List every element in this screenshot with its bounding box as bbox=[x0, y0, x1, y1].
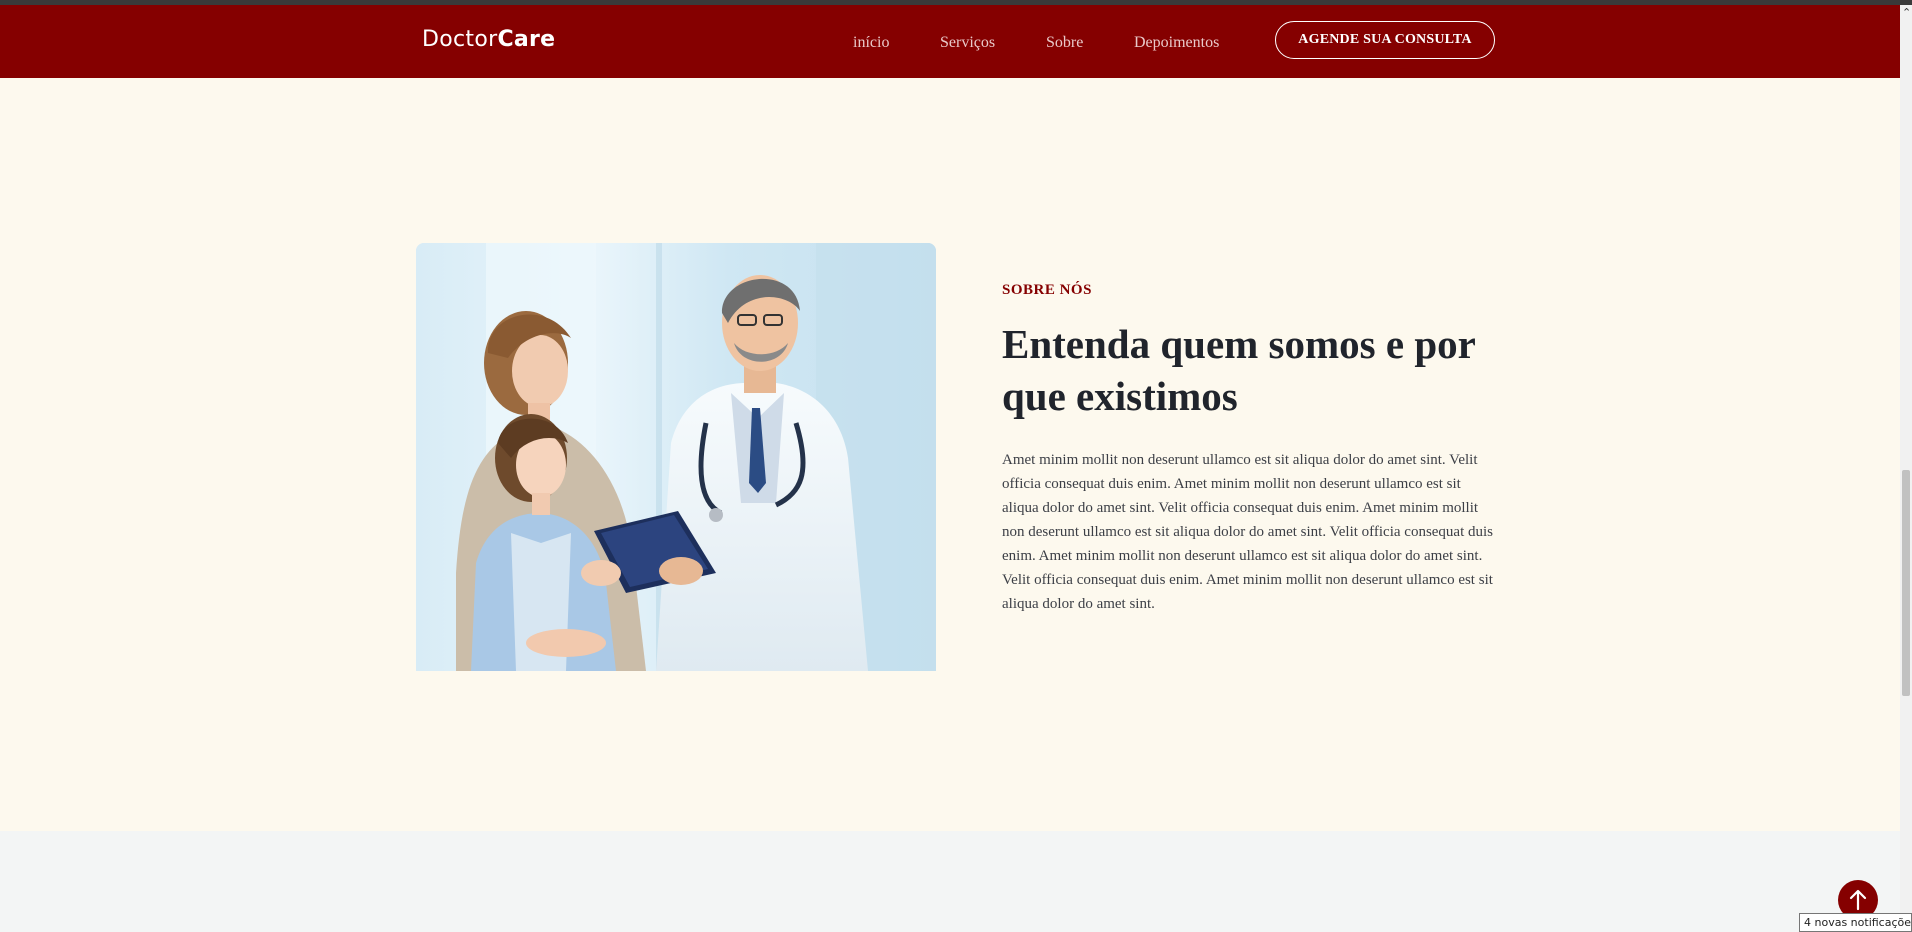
doctor-family-illustration bbox=[416, 243, 936, 671]
nav-link-sobre[interactable]: Sobre bbox=[1046, 34, 1083, 52]
site-header: DoctorCare início Serviços Sobre Depoime… bbox=[0, 5, 1900, 78]
nav-link-inicio[interactable]: início bbox=[853, 34, 889, 52]
scroll-up-arrow-icon[interactable]: ⌃ bbox=[1902, 6, 1911, 19]
schedule-appointment-button[interactable]: AGENDE SUA CONSULTA bbox=[1275, 21, 1495, 59]
about-section bbox=[0, 78, 1900, 831]
next-section bbox=[0, 831, 1900, 932]
nav-link-depoimentos[interactable]: Depoimentos bbox=[1134, 34, 1219, 52]
logo[interactable]: DoctorCare bbox=[422, 27, 555, 52]
logo-regular-text: Doctor bbox=[422, 27, 498, 52]
scrollbar-track[interactable] bbox=[1900, 5, 1912, 932]
section-eyebrow: SOBRE NÓS bbox=[1002, 282, 1092, 298]
logo-bold-text: Care bbox=[497, 27, 556, 52]
doctor-family-photo bbox=[416, 243, 936, 671]
section-body-text: Amet minim mollit non deserunt ullamco e… bbox=[1002, 452, 1494, 612]
scrollbar-thumb[interactable] bbox=[1902, 470, 1910, 696]
notification-tooltip: 4 novas notificações bbox=[1799, 913, 1912, 932]
nav-link-servicos[interactable]: Serviços bbox=[940, 34, 995, 52]
section-headline: Entenda quem somos e por que existimos bbox=[1002, 321, 1476, 419]
